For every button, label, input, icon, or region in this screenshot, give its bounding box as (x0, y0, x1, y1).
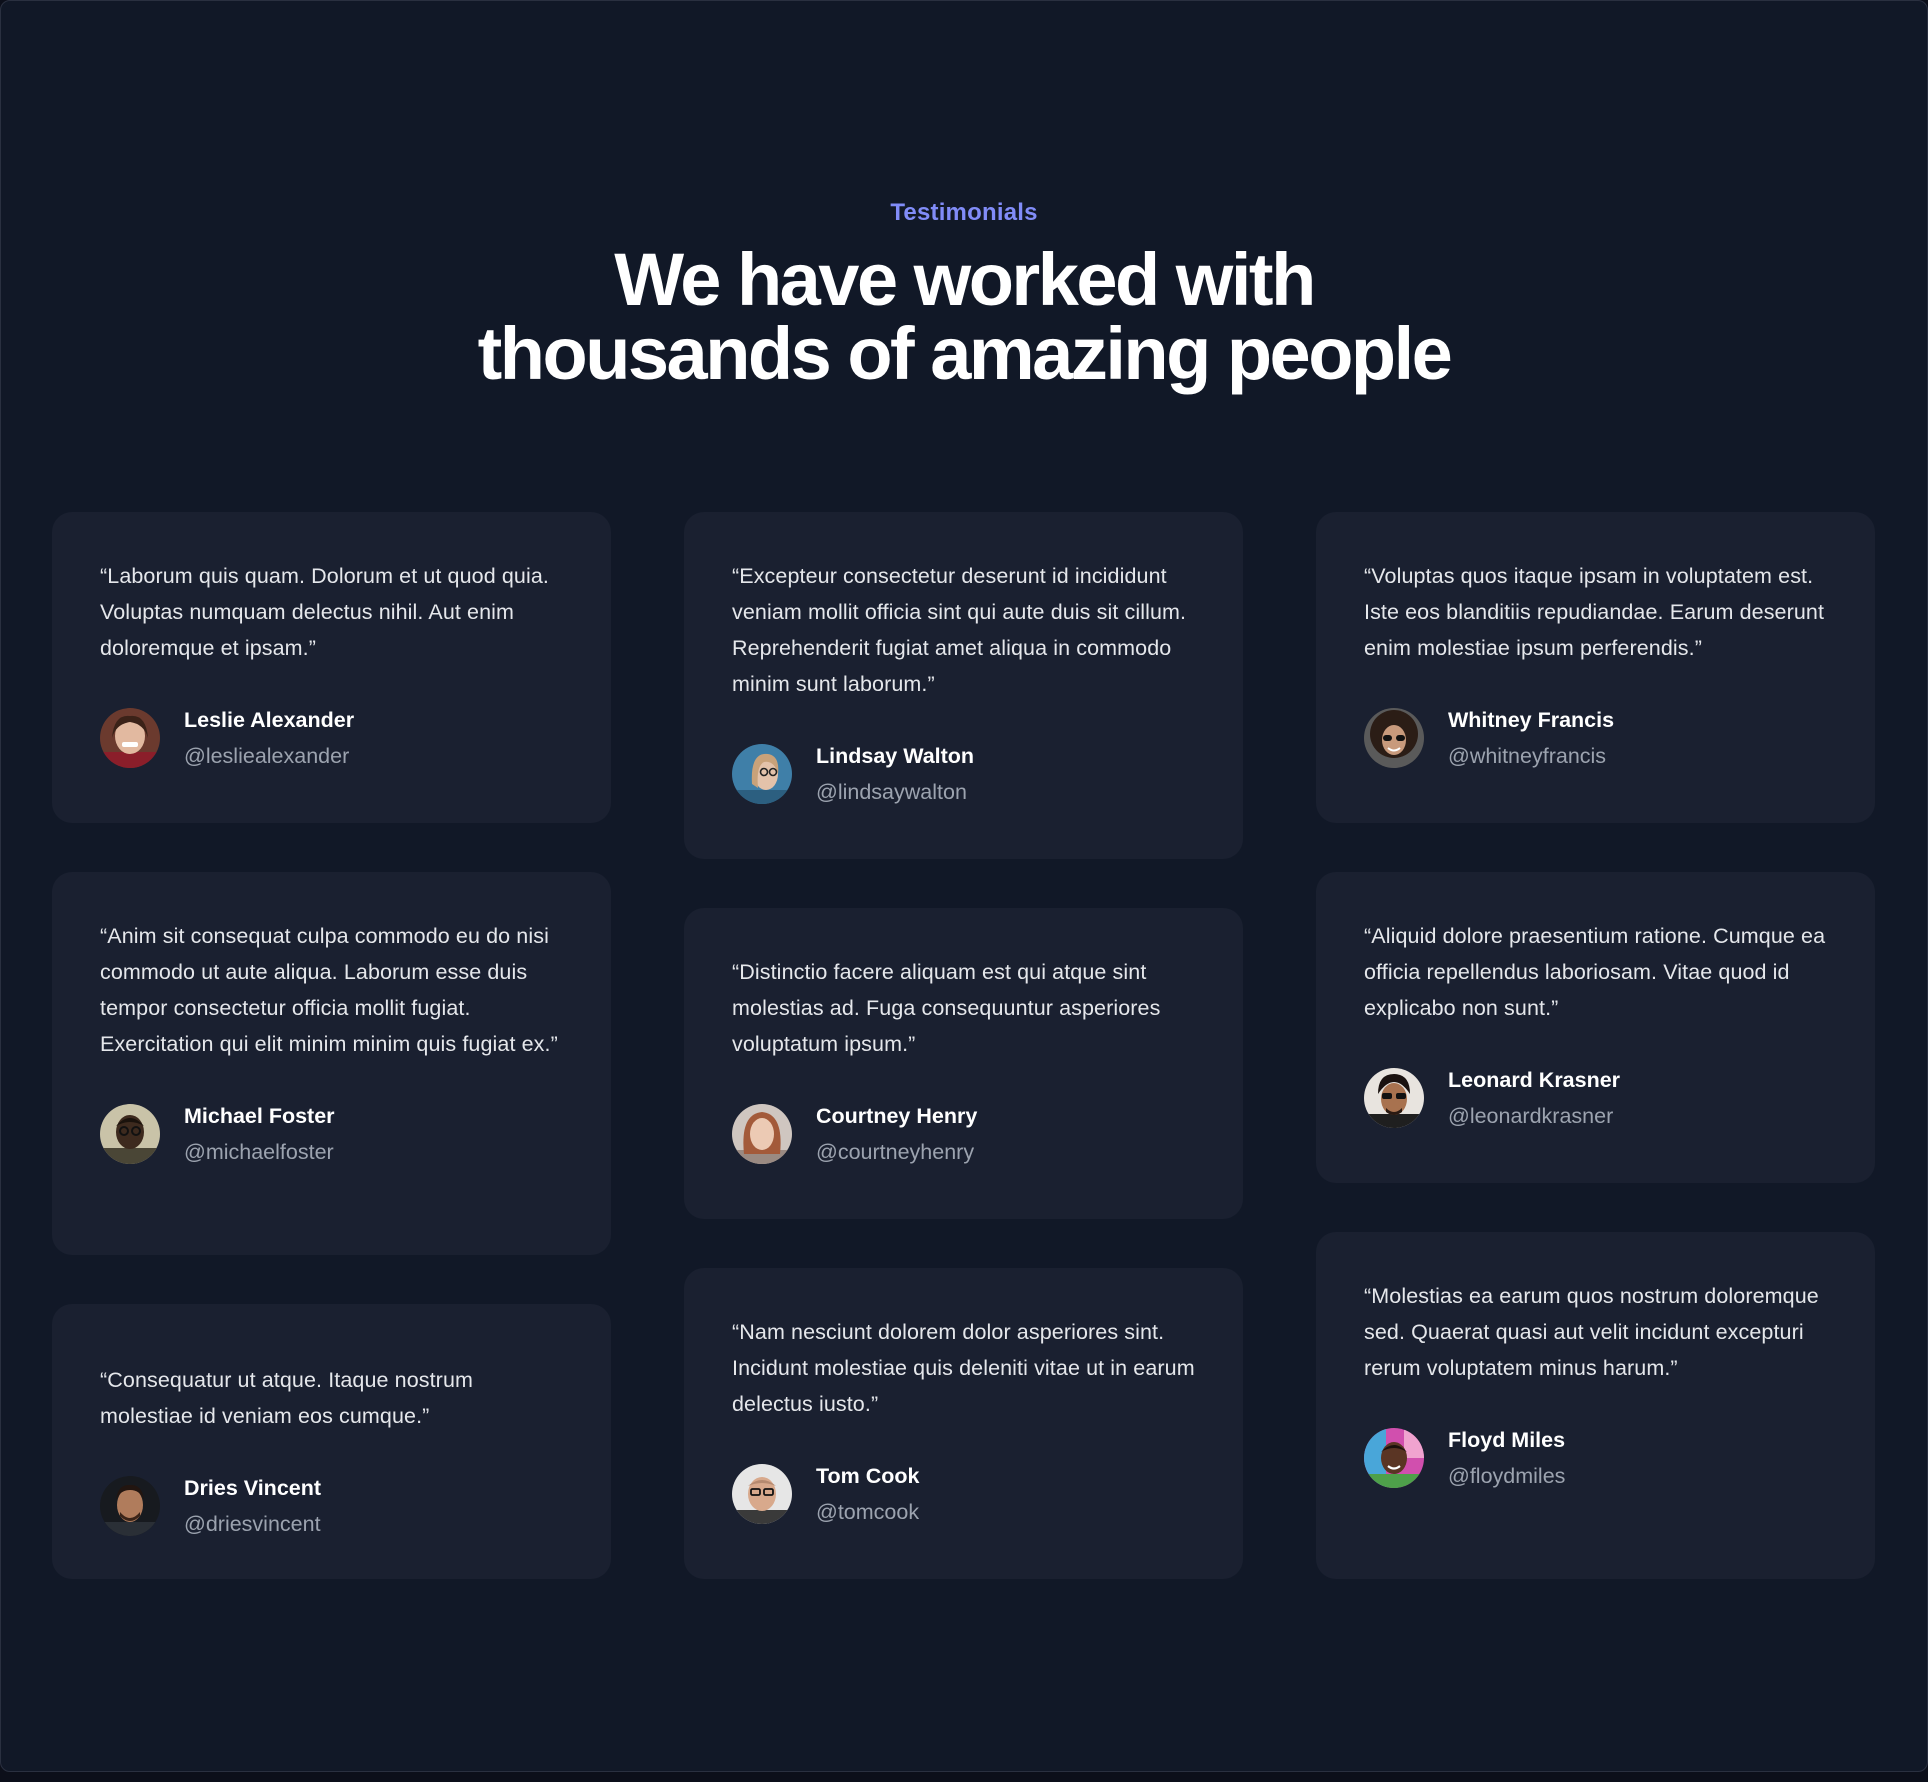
author-handle: @michaelfoster (184, 1140, 334, 1164)
testimonial-author: Lindsay Walton @lindsaywalton (732, 738, 1196, 810)
author-info: Leonard Krasner @leonardkrasner (1448, 1062, 1620, 1134)
testimonial-card-leslie-alexander: “Laborum quis quam. Dolorum et ut quod q… (52, 512, 611, 823)
author-name: Lindsay Walton (816, 744, 975, 768)
author-name: Whitney Francis (1448, 708, 1615, 732)
avatar (100, 1476, 160, 1536)
section-heading: We have worked with thousands of amazing… (414, 243, 1514, 391)
testimonial-quote: “Distinctio facere aliquam est qui atque… (732, 960, 1161, 1056)
testimonial-author: Michael Foster @michaelfoster (100, 1098, 564, 1170)
testimonial-card-dries-vincent: “Consequatur ut atque. Itaque nostrum mo… (52, 1304, 611, 1579)
avatar (732, 1104, 792, 1164)
heading-line-1: We have worked with (614, 238, 1316, 321)
author-name: Dries Vincent (184, 1476, 322, 1500)
author-name: Leonard Krasner (1448, 1068, 1621, 1092)
testimonial-author: Tom Cook @tomcook (732, 1458, 1196, 1530)
author-name: Courtney Henry (816, 1104, 978, 1128)
author-handle: @courtneyhenry (816, 1140, 975, 1164)
author-name: Tom Cook (816, 1464, 920, 1488)
author-name: Leslie Alexander (184, 708, 355, 732)
avatar (1364, 708, 1424, 768)
testimonial-quote: “Laborum quis quam. Dolorum et ut quod q… (100, 564, 549, 660)
author-info: Leslie Alexander @lesliealexander (184, 702, 354, 774)
testimonial-card-floyd-miles: “Molestias ea earum quos nostrum dolorem… (1316, 1232, 1875, 1579)
testimonial-quote: “Voluptas quos itaque ipsam in voluptate… (1364, 564, 1825, 660)
testimonial-card-tom-cook: “Nam nesciunt dolorem dolor asperiores s… (684, 1268, 1243, 1579)
testimonial-author: Dries Vincent @driesvincent (100, 1470, 564, 1542)
author-handle: @driesvincent (184, 1512, 321, 1536)
testimonial-card-michael-foster: “Anim sit consequat culpa commodo eu do … (52, 872, 611, 1255)
section-eyebrow: Testimonials (890, 199, 1038, 226)
testimonial-quote: “Consequatur ut atque. Itaque nostrum mo… (100, 1368, 474, 1428)
testimonial-author: Leonard Krasner @leonardkrasner (1364, 1062, 1828, 1134)
avatar (732, 1464, 792, 1524)
testimonial-quote: “Excepteur consectetur deserunt id incid… (732, 564, 1187, 696)
author-info: Tom Cook @tomcook (816, 1458, 920, 1530)
author-info: Lindsay Walton @lindsaywalton (816, 738, 974, 810)
section-header: Testimonials We have worked with thousan… (1, 197, 1927, 391)
avatar (100, 708, 160, 768)
author-info: Dries Vincent @driesvincent (184, 1470, 321, 1542)
testimonial-quote: “Molestias ea earum quos nostrum dolorem… (1364, 1284, 1819, 1380)
testimonial-card-lindsay-walton: “Excepteur consectetur deserunt id incid… (684, 512, 1243, 859)
author-name: Floyd Miles (1448, 1428, 1566, 1452)
testimonials-section: Testimonials We have worked with thousan… (0, 0, 1928, 1772)
testimonial-card-courtney-henry: “Distinctio facere aliquam est qui atque… (684, 908, 1243, 1219)
testimonial-quote: “Aliquid dolore praesentium ratione. Cum… (1364, 924, 1826, 1020)
author-handle: @leonardkrasner (1448, 1104, 1614, 1128)
testimonial-author: Whitney Francis @whitneyfrancis (1364, 702, 1828, 774)
author-info: Floyd Miles @floydmiles (1448, 1422, 1565, 1494)
avatar (1364, 1428, 1424, 1488)
author-name: Michael Foster (184, 1104, 335, 1128)
testimonial-quote: “Nam nesciunt dolorem dolor asperiores s… (732, 1320, 1195, 1416)
author-handle: @whitneyfrancis (1448, 744, 1607, 768)
author-handle: @floydmiles (1448, 1464, 1566, 1488)
testimonial-card-leonard-krasner: “Aliquid dolore praesentium ratione. Cum… (1316, 872, 1875, 1183)
author-info: Courtney Henry @courtneyhenry (816, 1098, 977, 1170)
testimonial-card-whitney-francis: “Voluptas quos itaque ipsam in voluptate… (1316, 512, 1875, 823)
author-handle: @tomcook (816, 1500, 920, 1524)
testimonial-quote: “Anim sit consequat culpa commodo eu do … (100, 924, 558, 1056)
author-info: Michael Foster @michaelfoster (184, 1098, 335, 1170)
author-handle: @lindsaywalton (816, 780, 967, 804)
avatar (100, 1104, 160, 1164)
testimonial-author: Leslie Alexander @lesliealexander (100, 702, 564, 774)
author-info: Whitney Francis @whitneyfrancis (1448, 702, 1614, 774)
testimonial-author: Floyd Miles @floydmiles (1364, 1422, 1828, 1494)
heading-line-2: thousands of amazing people (477, 312, 1453, 395)
testimonial-author: Courtney Henry @courtneyhenry (732, 1098, 1196, 1170)
avatar (732, 744, 792, 804)
avatar (1364, 1068, 1424, 1128)
author-handle: @lesliealexander (184, 744, 350, 768)
